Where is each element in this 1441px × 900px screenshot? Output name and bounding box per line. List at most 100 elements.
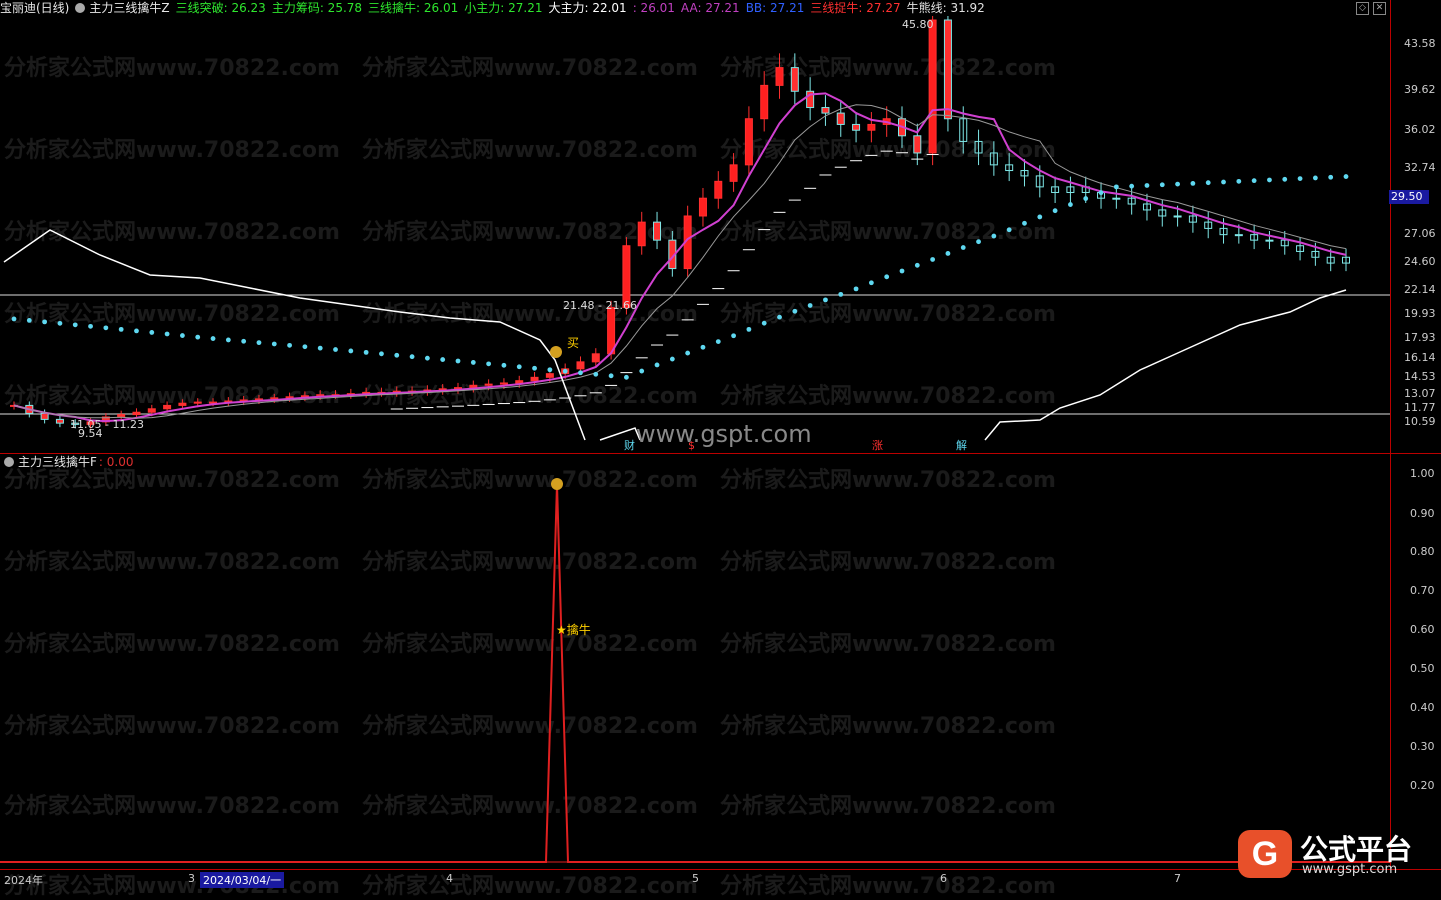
candle-body	[729, 164, 738, 182]
header-values: 三线突破: 26.23 主力筹码: 25.78 三线擒牛: 26.01 小主力: 27…	[176, 0, 991, 16]
candle-body	[1173, 215, 1182, 218]
header-item-7: BB: 27.21	[745, 1, 805, 15]
gear-icon[interactable]	[75, 3, 86, 13]
band-dot	[134, 328, 139, 334]
sub-tick: 0.50	[1410, 662, 1435, 675]
band-dot	[578, 370, 583, 376]
price-tick: 36.02	[1404, 123, 1436, 136]
candle-body	[698, 197, 707, 217]
band-dot	[1037, 214, 1043, 220]
band-dot	[1129, 183, 1135, 189]
band-dot	[547, 367, 553, 373]
sub-indicator-chart[interactable]: ★擒牛	[0, 470, 1391, 870]
sub-tick: 0.90	[1410, 507, 1435, 520]
price-tick: 27.06	[1404, 227, 1436, 240]
watermark-text: 分析家公式网www.70822.com	[720, 874, 1056, 899]
band-dot	[317, 345, 323, 351]
main-price-chart[interactable]: 45.809.5411.05 - 11.2321.48 - 21.66买财 $ 涨解	[0, 16, 1391, 454]
band-dot	[470, 360, 476, 365]
event-jie: 解	[956, 438, 967, 452]
band-dot	[1098, 190, 1104, 196]
band-dot	[348, 348, 354, 354]
candle-body	[637, 221, 646, 247]
band-dot	[532, 365, 537, 371]
band-dot	[501, 362, 507, 368]
stock-name[interactable]: 宝丽迪(日线)	[0, 0, 69, 16]
band-dot	[88, 323, 93, 329]
price-tick: 17.93	[1404, 331, 1436, 344]
money-bag-icon	[551, 478, 563, 490]
band-dot	[287, 342, 292, 348]
candle-body	[530, 376, 539, 382]
price-tick: 19.93	[1404, 307, 1436, 320]
price-tick: 22.14	[1404, 283, 1436, 296]
band-dot	[685, 350, 691, 356]
main-header: 宝丽迪(日线) 主力三线擒牛Z 三线突破: 26.23 主力筹码: 25.78 三线…	[0, 0, 991, 16]
band-dot	[1312, 175, 1318, 181]
band-dot	[624, 374, 629, 380]
band-dot	[1006, 227, 1012, 233]
bottom-axis-line	[0, 869, 1441, 870]
price-tick: 11.77	[1404, 401, 1436, 414]
candle-body	[545, 373, 554, 378]
band-dot	[1267, 177, 1272, 183]
close-icon[interactable]: ✕	[1373, 2, 1386, 15]
price-tick: 43.58	[1404, 37, 1436, 50]
band-dot	[409, 354, 415, 360]
band-dot	[424, 355, 430, 361]
band-dot	[853, 286, 859, 292]
price-tick: 24.60	[1404, 255, 1436, 268]
candle-body	[193, 401, 202, 404]
band-dot	[1144, 183, 1150, 188]
band-dot	[669, 356, 675, 362]
band-dot	[1159, 182, 1165, 188]
band-dot	[440, 357, 446, 362]
money-bag-icon	[550, 346, 562, 358]
logo-g-icon: G	[1238, 830, 1292, 878]
band-dot	[225, 337, 231, 343]
candle-body	[576, 361, 585, 370]
header-item-8: 三线捉牛: 27.27	[810, 1, 901, 15]
band-dot	[42, 319, 48, 325]
band-dot	[868, 280, 874, 286]
sub-indicator-name: 主力三线擒牛F	[18, 455, 97, 469]
band-dot	[1190, 181, 1196, 186]
candle-body	[147, 408, 156, 413]
band-dot	[1068, 202, 1073, 207]
band-dot	[792, 308, 798, 314]
band-dot	[394, 352, 400, 358]
band-dot	[1297, 176, 1303, 182]
sub-tick: 0.70	[1410, 584, 1435, 597]
collapse-icon[interactable]: ◇	[1356, 2, 1369, 15]
band-dot	[26, 318, 32, 323]
band-dot	[960, 245, 966, 250]
candle-body	[316, 394, 325, 397]
header-item-9: 牛熊线: 31.92	[906, 1, 985, 15]
candle-body	[209, 401, 218, 404]
site-watermark: www.gspt.com	[636, 420, 812, 448]
price-tick: 16.14	[1404, 351, 1436, 364]
sub-tick: 0.30	[1410, 740, 1435, 753]
band-dot	[746, 326, 752, 332]
band-dot	[103, 325, 109, 331]
candle-body	[867, 123, 876, 131]
candle-body	[1112, 197, 1121, 200]
candle-body	[40, 412, 49, 420]
band-dot	[1328, 174, 1334, 180]
sub-indicator-value: : 0.00	[98, 455, 134, 469]
watermark-text: 分析家公式网www.70822.com	[362, 874, 698, 899]
band-dot	[823, 297, 828, 303]
candle-body	[300, 395, 309, 398]
indicator-name: 主力三线擒牛Z	[89, 1, 170, 15]
candle-body	[55, 418, 64, 424]
price-tick: 13.07	[1404, 387, 1436, 400]
band-dot	[455, 358, 461, 364]
buy-label: 买	[567, 336, 579, 350]
gear-icon[interactable]	[4, 457, 14, 467]
band-dot	[991, 233, 997, 239]
price-tick: 14.53	[1404, 370, 1436, 383]
band-dot	[914, 262, 920, 268]
candle-body	[744, 118, 753, 166]
sub-tick: 0.40	[1410, 701, 1435, 714]
main-sub-divider	[0, 453, 1441, 454]
